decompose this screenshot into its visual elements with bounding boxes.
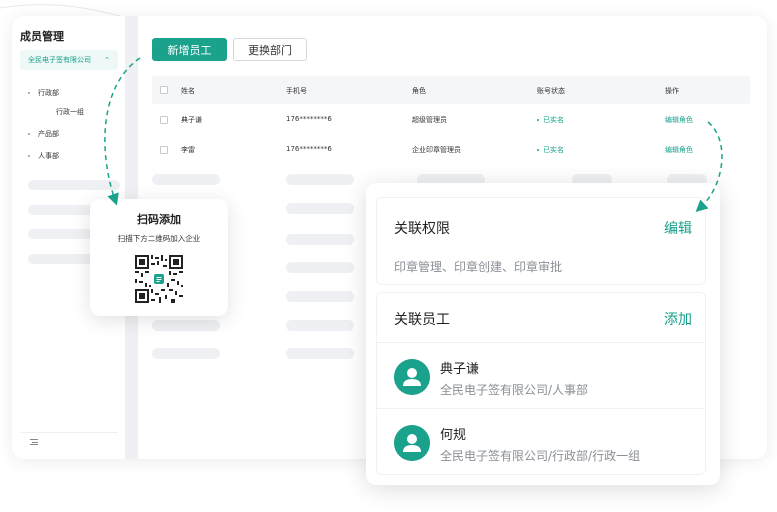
edit-permissions-button[interactable]: 编辑 <box>664 218 692 238</box>
bullet-icon <box>28 133 30 135</box>
bullet-icon <box>28 155 30 157</box>
placeholder-bar <box>286 348 354 359</box>
list-item[interactable]: 典子谦 全民电子签有限公司/人事部 <box>377 342 705 408</box>
column-header-name: 姓名 <box>181 87 195 95</box>
tree-item-product-dept[interactable]: 产品部 <box>28 129 59 139</box>
qr-code-image <box>135 255 183 303</box>
select-all-checkbox[interactable] <box>160 86 168 94</box>
detail-panel: 关联权限 编辑 印章管理、印章创建、印章审批 关联员工 添加 典子谦 全民电子签… <box>366 183 720 485</box>
cell-name: 李雷 <box>181 146 195 154</box>
table-header: 姓名 手机号 角色 账号状态 操作 <box>152 76 750 104</box>
qr-code-popup: 扫码添加 扫描下方二维码加入企业 <box>90 199 228 316</box>
row-checkbox[interactable] <box>160 146 168 154</box>
status-badge: 已实名 <box>537 115 564 125</box>
column-header-role: 角色 <box>412 87 426 95</box>
tree-item-admin-dept[interactable]: 行政部 <box>28 88 59 98</box>
status-dot-icon <box>537 149 539 151</box>
row-checkbox[interactable] <box>160 116 168 124</box>
qr-popup-subtitle: 扫描下方二维码加入企业 <box>117 234 201 243</box>
permissions-card: 关联权限 编辑 印章管理、印章创建、印章审批 <box>376 197 706 285</box>
placeholder-bar <box>28 180 120 190</box>
placeholder-bar <box>286 234 354 245</box>
table-row[interactable]: 典子谦 176********6 超级管理员 已实名 编辑角色 <box>152 105 750 135</box>
sidebar-title: 成员管理 <box>20 30 64 43</box>
list-item[interactable]: 何规 全民电子签有限公司/行政部/行政一组 <box>377 408 705 474</box>
placeholder-bar <box>152 174 220 185</box>
placeholder-bar <box>286 203 354 214</box>
employee-name: 典子谦 <box>440 362 480 377</box>
column-header-status: 账号状态 <box>537 87 565 95</box>
placeholder-bar <box>286 174 354 185</box>
permissions-title: 关联权限 <box>394 221 450 237</box>
avatar <box>394 425 430 461</box>
edit-role-link[interactable]: 编辑角色 <box>665 145 693 155</box>
cell-phone: 176********6 <box>286 145 332 153</box>
status-badge: 已实名 <box>537 145 564 155</box>
employee-department: 全民电子签有限公司/人事部 <box>440 383 589 397</box>
employee-department: 全民电子签有限公司/行政部/行政一组 <box>440 449 641 463</box>
permissions-list: 印章管理、印章创建、印章审批 <box>394 260 563 274</box>
add-employee-button[interactable]: 新增员工 <box>152 38 227 61</box>
status-dot-icon <box>537 119 539 121</box>
placeholder-bar <box>286 291 354 302</box>
change-department-button[interactable]: 更换部门 <box>233 38 307 61</box>
company-selector[interactable]: 全民电子签有限公司 ⌃ <box>20 50 118 70</box>
cell-phone: 176********6 <box>286 115 332 123</box>
cell-name: 典子谦 <box>181 116 202 124</box>
company-name: 全民电子签有限公司 <box>28 56 91 64</box>
chevron-up-icon: ⌃ <box>104 56 110 64</box>
column-header-actions: 操作 <box>665 87 679 95</box>
cell-role: 超级管理员 <box>412 116 447 124</box>
employee-name: 何规 <box>440 428 467 443</box>
sidebar-divider <box>20 432 118 433</box>
bullet-icon <box>28 92 30 94</box>
placeholder-bar <box>152 320 220 331</box>
table-row[interactable]: 李雷 176********6 企业印章管理员 已实名 编辑角色 <box>152 135 750 165</box>
placeholder-bar <box>152 348 220 359</box>
avatar <box>394 359 430 395</box>
placeholder-bar <box>286 262 354 273</box>
employees-card: 关联员工 添加 典子谦 全民电子签有限公司/人事部 何规 全民电子签有限公司/行… <box>376 292 706 475</box>
menu-collapse-icon[interactable] <box>30 439 38 445</box>
placeholder-bar <box>286 320 354 331</box>
tree-item-hr-dept[interactable]: 人事部 <box>28 151 59 161</box>
add-employee-link[interactable]: 添加 <box>664 309 692 329</box>
column-header-phone: 手机号 <box>286 87 307 95</box>
cell-role: 企业印章管理员 <box>412 146 461 154</box>
tree-item-admin-group-1[interactable]: 行政一组 <box>56 107 84 117</box>
edit-role-link[interactable]: 编辑角色 <box>665 115 693 125</box>
employees-title: 关联员工 <box>394 312 450 328</box>
qr-popup-title: 扫码添加 <box>137 213 181 226</box>
